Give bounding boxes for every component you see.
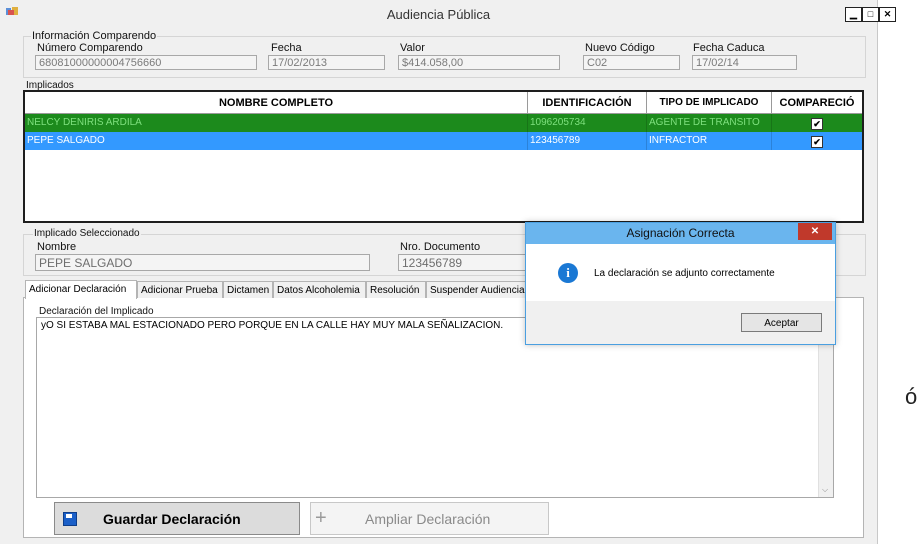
guardar-declaracion-label: Guardar Declaración — [103, 510, 241, 527]
documento-field[interactable]: 123456789 — [398, 254, 528, 271]
dialog-close-button[interactable]: ✕ — [798, 223, 832, 240]
dialog-title-bar: Asignación Correcta ✕ — [526, 223, 835, 244]
valor-label: Valor — [400, 42, 425, 54]
plus-icon: + — [315, 507, 327, 529]
title-bar: Audiencia Pública ▁ □ ✕ — [0, 0, 896, 28]
dialog-message: La declaración se adjunto correctamente — [594, 268, 775, 279]
cell-nombre: PEPE SALGADO — [25, 132, 528, 150]
comparendo-group-label: Información Comparendo — [31, 30, 158, 42]
save-icon — [63, 512, 77, 526]
ampliar-declaracion-button[interactable]: + Ampliar Declaración — [310, 502, 549, 535]
cell-identificacion: 1096205734 — [528, 114, 647, 132]
numero-comparendo-label: Número Comparendo — [37, 42, 143, 54]
tab-adicionar-declaracion[interactable]: Adicionar Declaración — [25, 280, 137, 299]
nombre-field[interactable]: PEPE SALGADO — [35, 254, 370, 271]
tab-resolucion[interactable]: Resolución — [366, 281, 426, 298]
info-icon: i — [558, 263, 578, 283]
checkbox-checked-icon[interactable]: ✔ — [811, 118, 823, 130]
tab-suspender-audiencia[interactable]: Suspender Audiencia — [426, 281, 526, 298]
nuevo-codigo-field[interactable]: C02 — [583, 55, 680, 70]
table-row[interactable]: NELCY DENIRIS ARDILA 1096205734 AGENTE D… — [25, 114, 862, 132]
declaracion-text: yO SI ESTABA MAL ESTACIONADO PERO PORQUE… — [41, 320, 504, 331]
cell-tipo: AGENTE DE TRANSITO — [647, 114, 772, 132]
guardar-declaracion-button[interactable]: Guardar Declaración — [54, 502, 300, 535]
column-header-nombre[interactable]: NOMBRE COMPLETO — [25, 92, 528, 114]
valor-field[interactable]: $414.058,00 — [398, 55, 560, 70]
column-header-identificacion[interactable]: IDENTIFICACIÓN — [528, 92, 647, 114]
column-header-tipo[interactable]: TIPO DE IMPLICADO — [647, 92, 772, 114]
close-window-button[interactable]: ✕ — [879, 7, 896, 22]
numero-comparendo-field[interactable]: 68081000000004756660 — [35, 55, 257, 70]
nuevo-codigo-label: Nuevo Código — [585, 42, 655, 54]
implicados-grid: NOMBRE COMPLETO IDENTIFICACIÓN TIPO DE I… — [23, 90, 864, 223]
documento-label: Nro. Documento — [400, 241, 481, 253]
tab-datos-alcoholemia[interactable]: Datos Alcoholemia — [273, 281, 366, 298]
maximize-button[interactable]: □ — [862, 7, 879, 22]
table-row[interactable]: PEPE SALGADO 123456789 INFRACTOR ✔ — [25, 132, 862, 150]
fecha-field[interactable]: 17/02/2013 — [268, 55, 385, 70]
tab-dictamen[interactable]: Dictamen — [223, 281, 273, 298]
background-fragment: ó — [905, 384, 918, 409]
checkbox-checked-icon[interactable]: ✔ — [811, 136, 823, 148]
scroll-down-icon[interactable]: ⌵ — [822, 485, 828, 495]
fecha-caduca-field[interactable]: 17/02/14 — [692, 55, 797, 70]
cell-nombre: NELCY DENIRIS ARDILA — [25, 114, 528, 132]
fecha-caduca-label: Fecha Caduca — [693, 42, 765, 54]
cell-identificacion: 123456789 — [528, 132, 647, 150]
minimize-button[interactable]: ▁ — [845, 7, 862, 22]
nombre-label: Nombre — [37, 241, 77, 253]
cell-tipo: INFRACTOR — [647, 132, 772, 150]
column-header-comparecio[interactable]: COMPARECIÓ — [772, 92, 862, 114]
asignacion-dialog: Asignación Correcta ✕ i La declaración s… — [525, 222, 836, 345]
window-title: Audiencia Pública — [386, 7, 491, 22]
fecha-label: Fecha — [271, 42, 302, 54]
dialog-title: Asignación Correcta — [626, 226, 735, 240]
ampliar-declaracion-label: Ampliar Declaración — [365, 510, 491, 527]
declaracion-label: Declaración del Implicado — [39, 306, 154, 317]
tab-adicionar-prueba[interactable]: Adicionar Prueba — [137, 281, 223, 298]
aceptar-button[interactable]: Aceptar — [741, 313, 822, 332]
seleccionado-group-label: Implicado Seleccionado — [33, 228, 141, 239]
